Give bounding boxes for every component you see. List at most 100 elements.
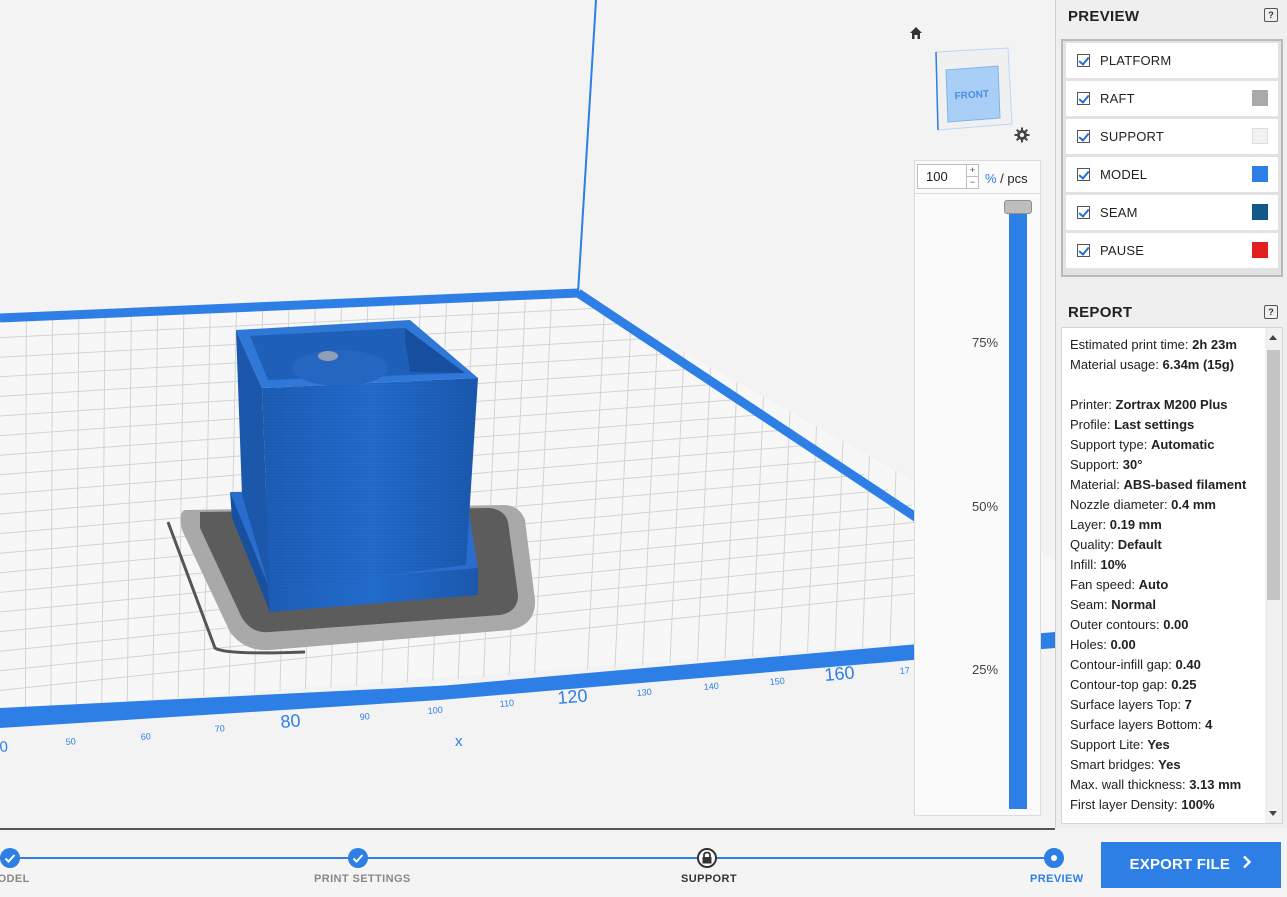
- percent-unit-toggle[interactable]: %: [985, 171, 997, 186]
- view-cube[interactable]: FRONT: [928, 42, 1014, 134]
- report-value: ABS-based filament: [1123, 477, 1247, 492]
- report-key: Layer:: [1070, 517, 1110, 532]
- stepper-down[interactable]: −: [967, 176, 978, 188]
- x-axis-name: x: [455, 733, 463, 750]
- report-line: Material: ABS-based filament: [1070, 475, 1262, 495]
- report-key: Material:: [1070, 477, 1124, 492]
- report-help-icon[interactable]: ?: [1264, 305, 1278, 319]
- step-print-settings-check-icon[interactable]: [348, 848, 368, 868]
- report-line: Layer: 0.19 mm: [1070, 515, 1262, 535]
- scroll-up-icon[interactable]: [1269, 335, 1277, 340]
- report-line: Material usage: 6.34m (15g): [1070, 355, 1262, 375]
- workflow-progress-line: [0, 857, 1058, 859]
- layer-label: PAUSE: [1100, 243, 1145, 258]
- report-line: Max. wall thickness: 3.13 mm: [1070, 775, 1262, 795]
- report-line: Smart bridges: Yes: [1070, 755, 1262, 775]
- report-line: Holes: 0.00: [1070, 635, 1262, 655]
- model-checkbox[interactable]: [1077, 168, 1090, 181]
- step-print-settings-label[interactable]: PRINT SETTINGS: [314, 873, 411, 885]
- report-key: First layer Density:: [1070, 797, 1182, 812]
- report-key: Nozzle diameter:: [1070, 497, 1172, 512]
- report-line: Support: 30°: [1070, 455, 1262, 475]
- stepper-up[interactable]: +: [967, 165, 978, 176]
- layer-slider-track[interactable]: [1009, 213, 1027, 809]
- report-value: 10%: [1100, 557, 1127, 572]
- report-line: Contour-infill gap: 0.40: [1070, 655, 1262, 675]
- report-value: 6.34m (15g): [1162, 357, 1235, 372]
- report-value: Zortrax M200 Plus: [1115, 397, 1228, 412]
- raft-color-swatch: [1252, 90, 1268, 106]
- report-value: 4: [1205, 717, 1213, 732]
- layer-percent-input[interactable]: 100: [917, 164, 967, 189]
- build-volume-edge: [577, 0, 597, 294]
- step-model-check-icon[interactable]: [0, 848, 20, 868]
- model-inner-part-top: [318, 351, 338, 361]
- export-file-button[interactable]: EXPORT FILE: [1101, 842, 1281, 888]
- pcs-unit-toggle[interactable]: / pcs: [997, 171, 1027, 186]
- raft-checkbox[interactable]: [1077, 92, 1090, 105]
- report-value: 0.40: [1175, 657, 1201, 672]
- step-preview-label[interactable]: PREVIEW: [1030, 873, 1084, 885]
- report-line: Seam: Normal: [1070, 595, 1262, 615]
- preview-help-icon[interactable]: ?: [1264, 8, 1278, 22]
- home-icon[interactable]: [909, 26, 923, 40]
- layer-row-raft[interactable]: RAFT: [1066, 81, 1278, 116]
- report-key: Support type:: [1070, 437, 1151, 452]
- layer-row-seam[interactable]: SEAM: [1066, 195, 1278, 230]
- report-scroll-thumb[interactable]: [1267, 350, 1280, 600]
- report-key: Estimated print time:: [1070, 337, 1193, 352]
- report-key: Seam:: [1070, 597, 1112, 612]
- step-preview-current-icon[interactable]: [1044, 848, 1064, 868]
- step-model-label[interactable]: MODEL: [0, 873, 30, 885]
- report-key: Printer:: [1070, 397, 1116, 412]
- report-value: Automatic: [1150, 437, 1215, 452]
- axis-tick-label: 150: [769, 676, 785, 687]
- report-line: Outer contours: 0.00: [1070, 615, 1262, 635]
- report-value: Normal: [1111, 597, 1156, 612]
- support-checkbox[interactable]: [1077, 130, 1090, 143]
- axis-tick-label: 160: [824, 662, 856, 685]
- export-file-label: EXPORT FILE: [1129, 856, 1231, 873]
- pause-checkbox[interactable]: [1077, 244, 1090, 257]
- seam-checkbox[interactable]: [1077, 206, 1090, 219]
- layer-row-support[interactable]: SUPPORT: [1066, 119, 1278, 154]
- report-line: Support Lite: Yes: [1070, 735, 1262, 755]
- report-line: Surface layers Bottom: 4: [1070, 715, 1262, 735]
- report-value: 2h 23m: [1192, 337, 1237, 352]
- report-value: Auto: [1138, 577, 1169, 592]
- layer-row-pause[interactable]: PAUSE: [1066, 233, 1278, 268]
- report-key: Outer contours:: [1070, 617, 1164, 632]
- report-value: 100%: [1181, 797, 1215, 812]
- platform-checkbox[interactable]: [1077, 54, 1090, 67]
- percent-stepper[interactable]: + −: [967, 164, 979, 189]
- report-line: Nozzle diameter: 0.4 mm: [1070, 495, 1262, 515]
- layer-slider-panel: 100 + − % / pcs 75% 50% 25%: [914, 160, 1041, 816]
- report-key: Fan speed:: [1070, 577, 1139, 592]
- report-key: Support Lite:: [1070, 737, 1148, 752]
- report-value: 0.00: [1110, 637, 1136, 652]
- slider-tick-25: 25%: [972, 662, 999, 677]
- report-panel[interactable]: Estimated print time: 2h 23m Material usa…: [1061, 327, 1283, 824]
- pause-color-swatch: [1252, 242, 1268, 258]
- axis-tick-label: 110: [499, 698, 514, 709]
- report-line: [1070, 375, 1262, 395]
- axis-tick-label: 17: [899, 665, 910, 676]
- gear-icon[interactable]: [1014, 127, 1030, 143]
- step-support-label[interactable]: SUPPORT: [681, 873, 737, 885]
- model-color-swatch: [1252, 166, 1268, 182]
- report-value: 0.00: [1163, 617, 1189, 632]
- scroll-down-icon[interactable]: [1269, 811, 1277, 816]
- step-support-lock-icon[interactable]: [697, 848, 717, 868]
- layer-slider-handle[interactable]: [1004, 200, 1032, 214]
- 3d-viewport[interactable]: 0 50 60 70 80 90 100 110 120 130 140 150 160 17 x FRON…: [0, 0, 1055, 830]
- build-plate-scene[interactable]: 0 50 60 70 80 90 100 110 120 130 140 150 160 17 x: [0, 0, 1055, 828]
- report-scrollbar[interactable]: [1265, 328, 1282, 823]
- slider-tick-75: 75%: [972, 335, 999, 350]
- layer-row-platform[interactable]: PLATFORM: [1066, 43, 1278, 78]
- axis-tick-label: 60: [140, 731, 151, 742]
- axis-tick-label: 140: [703, 681, 719, 692]
- report-value: 30°: [1122, 457, 1143, 472]
- layer-row-model[interactable]: MODEL: [1066, 157, 1278, 192]
- report-value: 7: [1184, 697, 1192, 712]
- report-title: REPORT: [1068, 304, 1133, 321]
